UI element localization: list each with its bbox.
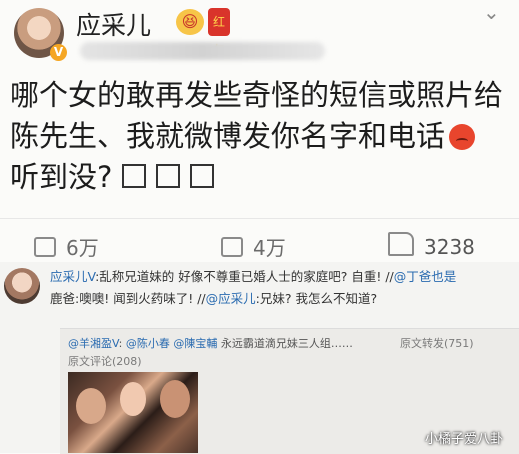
post-line-text: 听到没? bbox=[10, 160, 113, 194]
retweet-avatar[interactable] bbox=[4, 268, 40, 304]
quoted-author[interactable]: @羊湘盈V bbox=[68, 337, 119, 350]
comment-button[interactable]: 4万 bbox=[221, 232, 286, 261]
watermark: 小橘子爱八卦 bbox=[425, 432, 504, 447]
mention-link[interactable]: @应采儿 bbox=[206, 291, 256, 306]
missing-glyph-box bbox=[156, 164, 181, 188]
verified-badge-icon: V bbox=[50, 44, 67, 61]
angry-face-icon bbox=[449, 124, 476, 150]
mention-link[interactable]: @陳宝輔 bbox=[173, 337, 217, 350]
missing-glyph-box bbox=[122, 164, 147, 188]
quoted-photo[interactable] bbox=[68, 372, 198, 453]
poster-name[interactable]: 应采儿 bbox=[76, 6, 151, 42]
retweet-text-b: 鹿爸 bbox=[50, 291, 76, 306]
post-line: 陈先生、我就微博发你名字和电话 bbox=[10, 116, 515, 157]
post-text: 哪个女的敢再发些奇怪的短信或照片给 陈先生、我就微博发你名字和电话 听到没? bbox=[10, 75, 515, 198]
mention-link[interactable]: @陈小春 bbox=[126, 337, 170, 350]
like-button[interactable]: 3238 bbox=[388, 232, 475, 259]
post-line-text: 陈先生、我就微博发你名字和电话 bbox=[10, 119, 446, 153]
red-envelope-icon: 红包 bbox=[208, 8, 230, 57]
like-count: 3238 bbox=[424, 235, 475, 259]
repost-icon bbox=[34, 237, 56, 257]
divider bbox=[0, 218, 519, 219]
mention-link[interactable]: @丁爸也是 bbox=[394, 269, 457, 284]
blurred-post-meta bbox=[80, 42, 325, 60]
repost-button[interactable]: 6万 bbox=[34, 232, 99, 261]
thumbs-up-icon bbox=[388, 232, 414, 256]
repost-count: 6万 bbox=[66, 236, 99, 260]
retweet-text-a: :乱称兄道妹的 好像不尊重已婚人士的家庭吧? 自重! // bbox=[95, 269, 394, 284]
laughing-emoji-icon: 😆 bbox=[176, 9, 204, 35]
post-line: 听到没? bbox=[10, 157, 515, 198]
retweet-text-c: :噢噢! 闻到火药味了! // bbox=[75, 291, 206, 306]
chevron-down-icon[interactable]: ⌄ bbox=[483, 0, 500, 24]
retweet-author[interactable]: 应采儿 bbox=[50, 269, 88, 284]
retweet-text-d: :兄妹? 我怎么不知道? bbox=[255, 291, 378, 306]
comment-count: 4万 bbox=[253, 236, 286, 260]
post-line: 哪个女的敢再发些奇怪的短信或照片给 bbox=[10, 78, 504, 112]
retweet-text: 应采儿V:乱称兄道妹的 好像不尊重已婚人士的家庭吧? 自重! //@丁爸也是 鹿… bbox=[50, 266, 516, 310]
missing-glyph-box bbox=[190, 164, 215, 188]
verified-mark: V bbox=[87, 269, 96, 284]
quoted-body: 永远霸道滴兄妹三人组…… bbox=[220, 337, 353, 350]
origin-comment-link[interactable]: 原文评论(208) bbox=[68, 353, 142, 369]
comment-icon bbox=[221, 237, 243, 257]
origin-repost-link[interactable]: 原文转发(751) bbox=[400, 335, 474, 351]
